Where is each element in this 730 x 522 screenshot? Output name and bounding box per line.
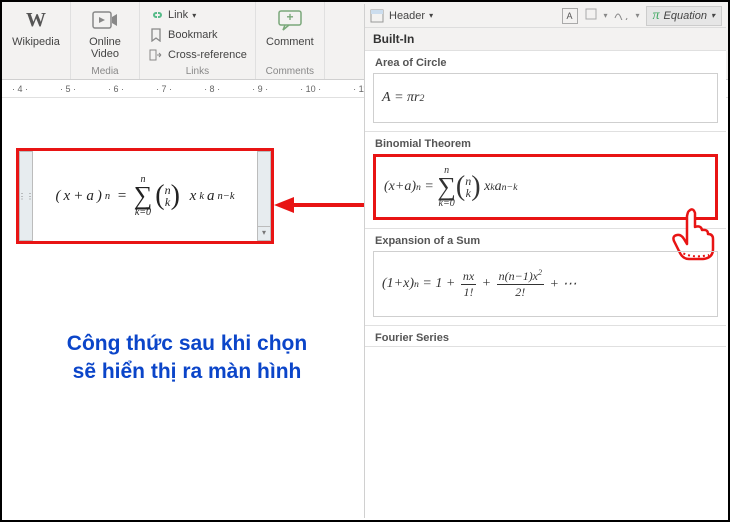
wikipedia-button[interactable]: W Wikipedia xyxy=(8,4,64,48)
equation-result-box[interactable]: ⋮⋮ (x+a)n = n∑k=0 (nk) xkan−k ▾ xyxy=(16,148,274,244)
pi-icon: π xyxy=(653,8,660,24)
cross-reference-label: Cross-reference xyxy=(168,49,247,61)
caption-line2: sẽ hiển thị ra màn hình xyxy=(22,358,352,386)
media-group-caption: Media xyxy=(77,65,133,79)
chevron-down-icon: ▾ xyxy=(429,11,433,20)
comment-icon: + xyxy=(276,6,304,34)
caption-line1: Công thức sau khi chọn xyxy=(22,330,352,358)
gallery-equation: A = πr2 xyxy=(373,73,718,123)
gallery-item-area-circle[interactable]: Area of Circle A = πr2 xyxy=(365,51,726,132)
equation-button[interactable]: π Equation ▾ xyxy=(646,6,722,26)
gallery-label: Binomial Theorem xyxy=(365,132,726,152)
quick-parts-icon[interactable] xyxy=(584,7,598,24)
chevron-down-icon: ▾ xyxy=(711,11,715,20)
gallery-item-binomial[interactable]: Binomial Theorem (x+a)n = n∑k=0 (nk) xka… xyxy=(365,132,726,229)
online-video-label: Online Video xyxy=(89,36,121,60)
wikipedia-label: Wikipedia xyxy=(12,36,60,48)
links-group-caption: Links xyxy=(146,65,249,79)
gallery-label: Expansion of a Sum xyxy=(365,229,726,249)
bookmark-button[interactable]: Bookmark xyxy=(146,26,249,44)
link-button[interactable]: Link ▾ xyxy=(146,6,249,24)
gallery-label: Area of Circle xyxy=(365,51,726,71)
header-icon xyxy=(369,8,385,24)
wikipedia-icon: W xyxy=(22,6,50,34)
wikipedia-caption xyxy=(8,65,64,79)
document-area[interactable]: ⋮⋮ (x+a)n = n∑k=0 (nk) xkan−k ▾ Công thứ… xyxy=(4,98,360,518)
bookmark-label: Bookmark xyxy=(168,29,218,41)
chevron-down-icon: ▾ xyxy=(192,11,196,20)
comment-label: Comment xyxy=(266,36,314,48)
gallery-equation: (1+x)n = 1 + nx1! + n(n−1)x22! + ⋯ xyxy=(373,251,718,317)
gallery-item-fourier[interactable]: Fourier Series xyxy=(365,326,726,347)
text-box-icon[interactable]: A xyxy=(562,8,578,24)
gallery-toolbar: Header ▾ A ▾ ▾ π Equation ▾ xyxy=(365,4,726,28)
built-in-header: Built-In xyxy=(365,28,726,51)
chevron-down-icon: ▾ xyxy=(636,11,640,20)
equation-handle-left[interactable]: ⋮⋮ xyxy=(19,151,33,241)
video-icon xyxy=(91,6,119,34)
bookmark-icon xyxy=(148,27,164,43)
annotation-caption: Công thức sau khi chọn sẽ hiển thị ra mà… xyxy=(22,330,352,386)
header-button[interactable]: Header ▾ xyxy=(369,8,433,24)
gallery-item-expansion[interactable]: Expansion of a Sum (1+x)n = 1 + nx1! + n… xyxy=(365,229,726,326)
gallery-equation-highlighted: (x+a)n = n∑k=0 (nk) xkan−k xyxy=(373,154,718,220)
comment-button[interactable]: + Comment xyxy=(262,4,318,48)
gallery-label: Fourier Series xyxy=(365,326,726,346)
chevron-down-icon: ▾ xyxy=(604,11,608,20)
online-video-button[interactable]: Online Video xyxy=(77,4,133,60)
cross-reference-button[interactable]: Cross-reference xyxy=(146,46,249,64)
header-label: Header xyxy=(389,10,425,22)
equation-handle-right[interactable]: ▾ xyxy=(257,151,271,241)
equation-binomial-doc: (x+a)n = n∑k=0 (nk) xkan−k xyxy=(33,151,257,241)
link-label: Link xyxy=(168,9,188,21)
signature-icon[interactable] xyxy=(614,8,630,23)
link-icon xyxy=(148,7,164,23)
equation-gallery: Header ▾ A ▾ ▾ π Equation ▾ Built-In Are… xyxy=(364,4,726,518)
comments-group-caption: Comments xyxy=(262,65,318,79)
equation-button-label: Equation xyxy=(664,10,707,22)
equation-dropdown-icon[interactable]: ▾ xyxy=(258,226,270,240)
svg-text:+: + xyxy=(286,10,293,24)
cross-reference-icon xyxy=(148,47,164,63)
